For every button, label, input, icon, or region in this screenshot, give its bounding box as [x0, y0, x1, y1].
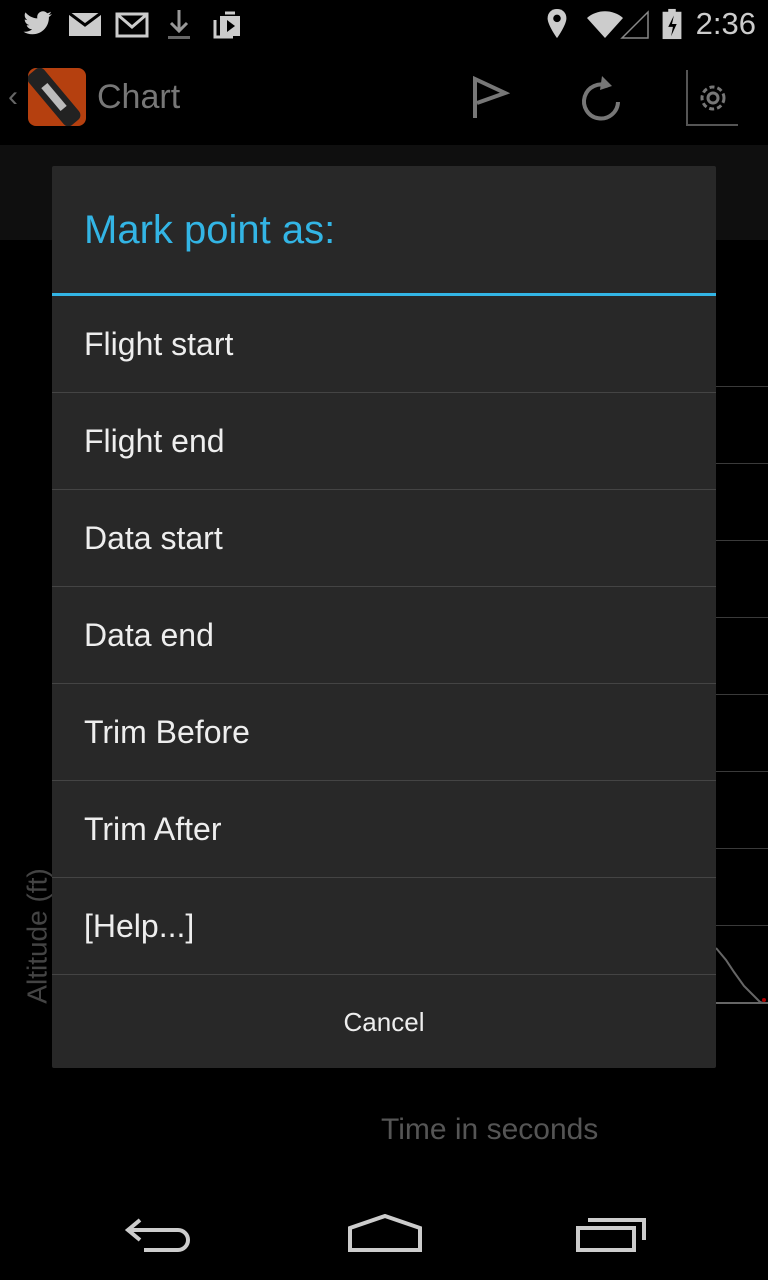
play-store-icon	[213, 11, 240, 39]
cancel-button[interactable]: Cancel	[52, 975, 716, 1069]
action-bar: ‹ Chart	[0, 48, 768, 145]
chart-series-line	[716, 947, 767, 1004]
option-label: Trim Before	[84, 714, 250, 750]
gmail-icon	[68, 11, 102, 36]
option-help[interactable]: [Help...]	[52, 878, 716, 975]
option-trim-after[interactable]: Trim After	[52, 781, 716, 878]
status-bar: 2:36	[0, 0, 768, 48]
option-label: Data start	[84, 520, 223, 556]
download-icon	[168, 10, 190, 39]
home-icon[interactable]	[346, 1214, 424, 1254]
screen-title: Chart	[97, 78, 181, 116]
option-flight-start[interactable]: Flight start	[52, 296, 716, 393]
clock: 2:36	[695, 6, 756, 41]
twitter-icon	[23, 11, 52, 35]
refresh-icon[interactable]	[578, 74, 624, 122]
option-trim-before[interactable]: Trim Before	[52, 684, 716, 781]
navigation-bar	[0, 1190, 768, 1280]
dialog-title-text: Mark point as:	[84, 208, 336, 252]
settings-button[interactable]	[686, 70, 738, 126]
dialog-title: Mark point as:	[52, 166, 716, 293]
back-caret-icon: ‹	[8, 80, 18, 113]
flag-icon[interactable]	[470, 76, 510, 120]
option-label: Flight start	[84, 326, 234, 362]
back-icon[interactable]	[124, 1214, 194, 1254]
y-axis-label: Altitude (ft)	[21, 868, 53, 1004]
wifi-icon	[587, 10, 649, 39]
battery-charging-icon	[662, 8, 682, 40]
email-icon	[115, 12, 149, 38]
option-data-end[interactable]: Data end	[52, 587, 716, 684]
location-icon	[547, 8, 567, 39]
option-label: [Help...]	[84, 908, 195, 944]
settings-icon	[700, 85, 726, 111]
recent-apps-icon[interactable]	[574, 1214, 648, 1254]
option-label: Flight end	[84, 423, 225, 459]
option-label: Data end	[84, 617, 214, 653]
option-label: Trim After	[84, 811, 222, 847]
up-home-button[interactable]: ‹	[6, 68, 90, 128]
mark-point-dialog: Mark point as: Flight start Flight end D…	[52, 166, 716, 1068]
app-logo-icon	[28, 68, 86, 126]
option-flight-end[interactable]: Flight end	[52, 393, 716, 490]
x-axis-label: Time in seconds	[381, 1113, 599, 1146]
option-data-start[interactable]: Data start	[52, 490, 716, 587]
